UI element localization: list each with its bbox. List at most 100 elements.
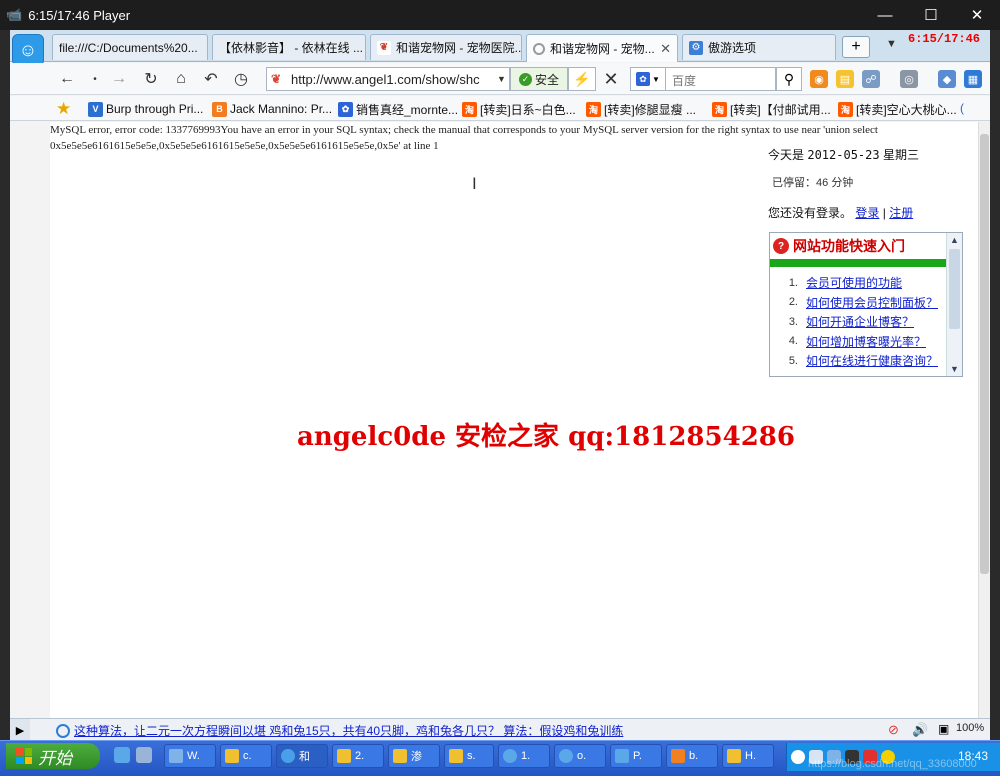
taskbar-item-label: W. bbox=[187, 750, 200, 762]
taskbar-item-label: 和 bbox=[299, 751, 310, 763]
question-icon: ? bbox=[773, 238, 789, 254]
tab-2[interactable]: 【依林影音】 - 依林在线 ... bbox=[212, 34, 366, 60]
app-icon bbox=[169, 749, 183, 763]
video-camera-icon: 📹 bbox=[6, 7, 23, 22]
bookmark-1[interactable]: V Burp through Pri... bbox=[88, 100, 203, 118]
list-item: 3. 如何开通企业博客？ bbox=[770, 312, 962, 332]
login-link[interactable]: 登录 bbox=[855, 206, 879, 220]
left-desktop-strip bbox=[0, 30, 10, 776]
taskbar-item-label: 2. bbox=[355, 750, 365, 762]
screenshot-icon[interactable]: ◎ bbox=[900, 70, 918, 88]
history-clock-icon[interactable]: ◷ bbox=[230, 68, 252, 90]
sound-icon[interactable]: 🔊 bbox=[912, 722, 928, 738]
taskbar-item-6[interactable]: s. bbox=[444, 744, 494, 768]
stop-icon[interactable]: ✕ bbox=[598, 67, 624, 91]
register-link[interactable]: 注册 bbox=[889, 206, 913, 220]
taskbar-item-11[interactable]: H. bbox=[722, 744, 774, 768]
nav-toolbar: ← • → ↻ ⌂ ↶ ◷ ❦ http://www.angel1.com/sh… bbox=[10, 63, 990, 95]
chevron-down-icon[interactable]: ▼ bbox=[497, 74, 506, 84]
close-button[interactable]: ✕ bbox=[954, 0, 1000, 30]
taobao-icon: 淘 bbox=[462, 101, 477, 117]
back-arrow-icon[interactable]: ← bbox=[56, 68, 78, 90]
share-icon[interactable]: ☍ bbox=[862, 70, 880, 88]
bookmark-2-label: Jack Mannino: Pr... bbox=[230, 102, 333, 116]
block-icon[interactable]: ⊘ bbox=[888, 722, 899, 738]
bookmark-4[interactable]: 淘 [转卖]日系~白色... bbox=[462, 100, 576, 118]
forward-arrow-icon[interactable]: → bbox=[108, 68, 130, 90]
bookmark-3[interactable]: ✿ 销售真经_mornte... bbox=[338, 100, 458, 118]
search-icon[interactable]: ⚲ bbox=[776, 67, 802, 91]
new-tab-button[interactable]: + bbox=[842, 36, 870, 58]
page-scroll-thumb[interactable] bbox=[980, 134, 989, 574]
taskbar-item-5[interactable]: 渗 bbox=[388, 744, 440, 768]
taskbar-item-4[interactable]: 2. bbox=[332, 744, 384, 768]
panel-scrollbar[interactable]: ▲ ▼ bbox=[946, 233, 962, 376]
search-engine-selector[interactable]: ✿ ▼ bbox=[630, 67, 666, 91]
blog-watermark: https://blog.csdn.net/qq_33608000 bbox=[808, 758, 977, 770]
taskbar-item-10[interactable]: b. bbox=[666, 744, 718, 768]
refresh-icon[interactable]: ↻ bbox=[140, 68, 162, 90]
home-icon[interactable]: ⌂ bbox=[170, 68, 192, 90]
menu-grid-icon[interactable]: ▦ bbox=[964, 70, 982, 88]
taskbar-item-label: P. bbox=[633, 750, 642, 762]
url-text[interactable]: http://www.angel1.com/show/shc bbox=[291, 72, 491, 87]
address-bar[interactable]: ❦ http://www.angel1.com/show/shc ▼ bbox=[266, 67, 510, 91]
minimize-button[interactable]: — bbox=[862, 0, 908, 30]
search-input[interactable]: 百度 bbox=[666, 67, 776, 91]
ie-icon[interactable] bbox=[114, 747, 130, 763]
rss-icon[interactable]: ◉ bbox=[810, 70, 828, 88]
tab-3[interactable]: ❦ 和谐宠物网 - 宠物医院... bbox=[370, 34, 522, 60]
bookmark-7[interactable]: 淘 [转卖]空心大桃心... bbox=[838, 100, 957, 118]
bookmark-5[interactable]: 淘 [转卖]修腿显瘦 ... bbox=[586, 100, 696, 118]
taskbar-item-1[interactable]: W. bbox=[164, 744, 216, 768]
stay-unit: 分钟 bbox=[831, 177, 854, 189]
page-scrollbar[interactable] bbox=[978, 122, 990, 718]
notes-icon[interactable]: ▤ bbox=[836, 70, 854, 88]
list-item: 4. 如何增加博客曝光率？ bbox=[770, 332, 962, 352]
quick-link[interactable]: 会员可使用的功能 bbox=[806, 274, 902, 291]
favorite-star-icon[interactable]: ★ bbox=[56, 99, 71, 119]
tab-list-icon[interactable]: ▼ bbox=[886, 38, 897, 50]
date-line: 今天是 2012-05-23 星期三 bbox=[768, 146, 919, 163]
taskbar-item-2[interactable]: c. bbox=[220, 744, 272, 768]
start-button[interactable]: 开始 bbox=[6, 743, 100, 769]
status-news-link[interactable]: 这种算法，让二元一次方程瞬间以堪 鸡和兔15只，共有40只脚，鸡和兔各几只？ 算… bbox=[56, 722, 623, 739]
quick-link[interactable]: 如何在线进行健康咨询？ bbox=[806, 352, 938, 369]
more-bookmarks-icon[interactable]: ( bbox=[960, 101, 964, 115]
cube-icon[interactable]: ◆ bbox=[938, 70, 956, 88]
scroll-up-icon[interactable]: ▲ bbox=[947, 233, 962, 247]
desktop-icon[interactable] bbox=[136, 747, 152, 763]
tab-strip: ☺ file:///C:/Documents%20... 【依林影音】 - 依林… bbox=[10, 30, 990, 66]
history-dot-icon[interactable]: • bbox=[84, 68, 106, 90]
quick-start-list: 1. 会员可使用的功能 2. 如何使用会员控制面板？ 3. 如何开通企业博客？ 4. 如… bbox=[770, 267, 962, 371]
bookmark-6[interactable]: 淘 [转卖]【付邮试用... bbox=[712, 100, 831, 118]
taskbar-item-9[interactable]: P. bbox=[610, 744, 662, 768]
bookmark-2[interactable]: B Jack Mannino: Pr... bbox=[212, 100, 332, 118]
security-badge[interactable]: ✓ 安全 bbox=[510, 67, 568, 91]
zoom-icon[interactable]: ▣ bbox=[938, 722, 949, 736]
sidebar-toggle-icon[interactable]: ▶ bbox=[10, 719, 30, 741]
maxthon-logo-icon[interactable]: ☺ bbox=[12, 34, 44, 66]
taskbar-item-7[interactable]: 1. bbox=[498, 744, 550, 768]
taskbar-item-8[interactable]: o. bbox=[554, 744, 606, 768]
tab-4-active[interactable]: 和谐宠物网 - 宠物... ✕ bbox=[526, 34, 678, 62]
baidu-paw-icon: ✿ bbox=[636, 72, 651, 86]
quick-link[interactable]: 如何使用会员控制面板？ bbox=[806, 294, 938, 311]
tray-expand-icon[interactable] bbox=[791, 750, 805, 764]
maximize-button[interactable]: ☐ bbox=[908, 0, 954, 30]
zoom-level[interactable]: 100% bbox=[956, 722, 984, 734]
taskbar-item-3[interactable]: 和 bbox=[276, 744, 328, 768]
tab-1[interactable]: file:///C:/Documents%20... bbox=[52, 34, 208, 60]
scroll-down-icon[interactable]: ▼ bbox=[947, 362, 962, 376]
tab-5[interactable]: ⚙ 傲游选项 bbox=[682, 34, 836, 60]
start-label: 开始 bbox=[38, 748, 72, 768]
taobao-icon: 淘 bbox=[838, 101, 853, 117]
quick-link[interactable]: 如何增加博客曝光率？ bbox=[806, 333, 926, 350]
bookmark-6-label: [转卖]【付邮试用... bbox=[730, 102, 831, 117]
lightning-icon[interactable]: ⚡ bbox=[568, 67, 596, 91]
quick-link[interactable]: 如何开通企业博客？ bbox=[806, 313, 914, 330]
undo-close-icon[interactable]: ↶ bbox=[200, 68, 222, 90]
tab-close-icon[interactable]: ✕ bbox=[660, 41, 671, 57]
scroll-thumb[interactable] bbox=[949, 249, 960, 329]
green-divider bbox=[770, 259, 946, 267]
